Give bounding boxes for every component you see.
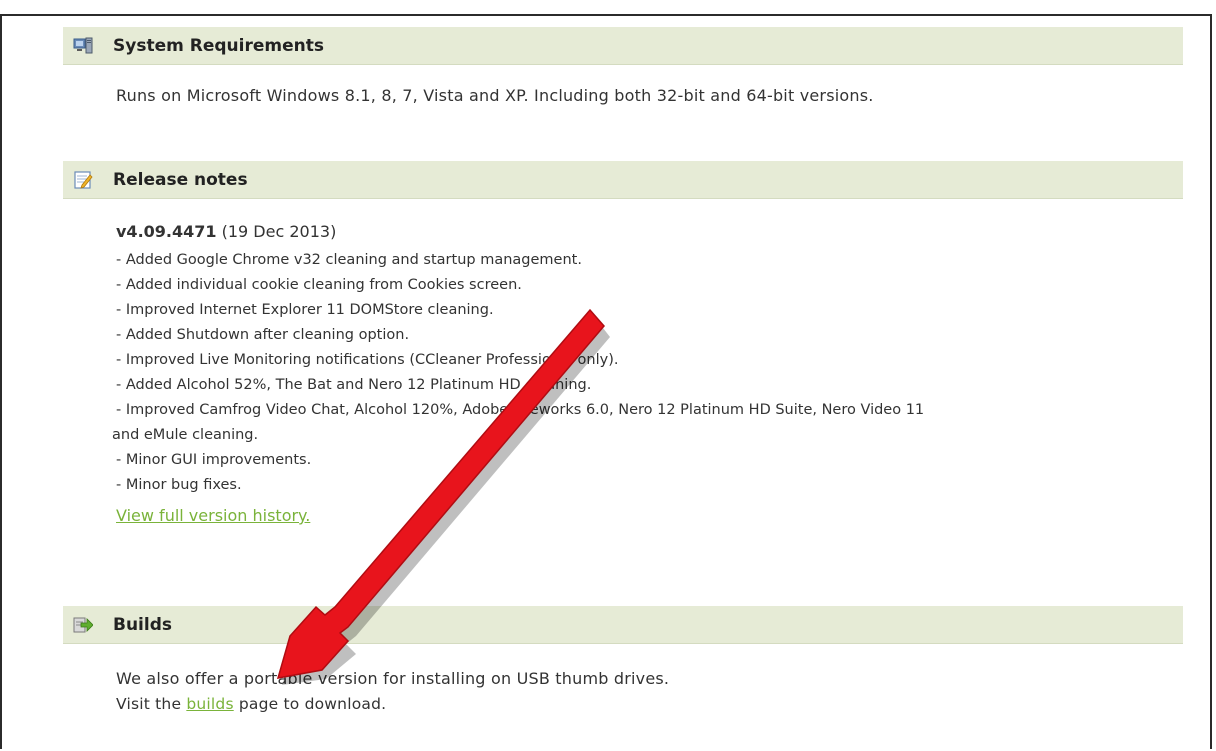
section-title: Builds: [113, 615, 173, 635]
view-version-history-link[interactable]: View full version history.: [116, 503, 310, 528]
section-header-builds: Builds: [63, 606, 1183, 644]
list-item: - Improved Internet Explorer 11 DOMStore…: [116, 302, 494, 318]
builds-text-suffix: page to download.: [233, 695, 387, 713]
monitor-icon: [73, 37, 93, 54]
builds-arrow-icon: [73, 617, 93, 633]
list-item: - Added individual cookie cleaning from …: [116, 277, 522, 293]
list-item: - Minor GUI improvements.: [116, 452, 312, 468]
version-line: v4.09.4471 (19 Dec 2013): [116, 221, 1196, 243]
list-item: - Added Shutdown after cleaning option.: [116, 327, 410, 343]
release-notes-body: v4.09.4471 (19 Dec 2013) - Added Google …: [112, 221, 1196, 530]
builds-text-line2: Visit the builds page to download.: [116, 695, 386, 713]
version-number: v4.09.4471: [116, 222, 217, 241]
list-item: - Minor bug fixes.: [116, 477, 242, 493]
list-item-continuation: and eMule cleaning.: [112, 427, 259, 443]
list-item: - Improved Camfrog Video Chat, Alcohol 1…: [116, 402, 925, 418]
system-requirements-text: Runs on Microsoft Windows 8.1, 8, 7, Vis…: [116, 86, 874, 105]
builds-text-line1: We also offer a portable version for ins…: [116, 669, 670, 688]
list-item: - Added Google Chrome v32 cleaning and s…: [116, 252, 582, 268]
section-header-system-requirements: System Requirements: [63, 27, 1183, 65]
list-item: - Added Alcohol 52%, The Bat and Nero 12…: [116, 377, 592, 393]
builds-text-prefix: Visit the: [116, 695, 187, 713]
version-date: (19 Dec 2013): [221, 222, 337, 241]
cropped-top-text: [0, 0, 1216, 14]
section-title: Release notes: [113, 170, 248, 190]
section-title: System Requirements: [113, 36, 324, 56]
list-item: - Improved Live Monitoring notifications…: [116, 352, 619, 368]
notepad-icon: [74, 171, 93, 189]
builds-link[interactable]: builds: [186, 695, 233, 713]
section-header-release-notes: Release notes: [63, 161, 1183, 199]
